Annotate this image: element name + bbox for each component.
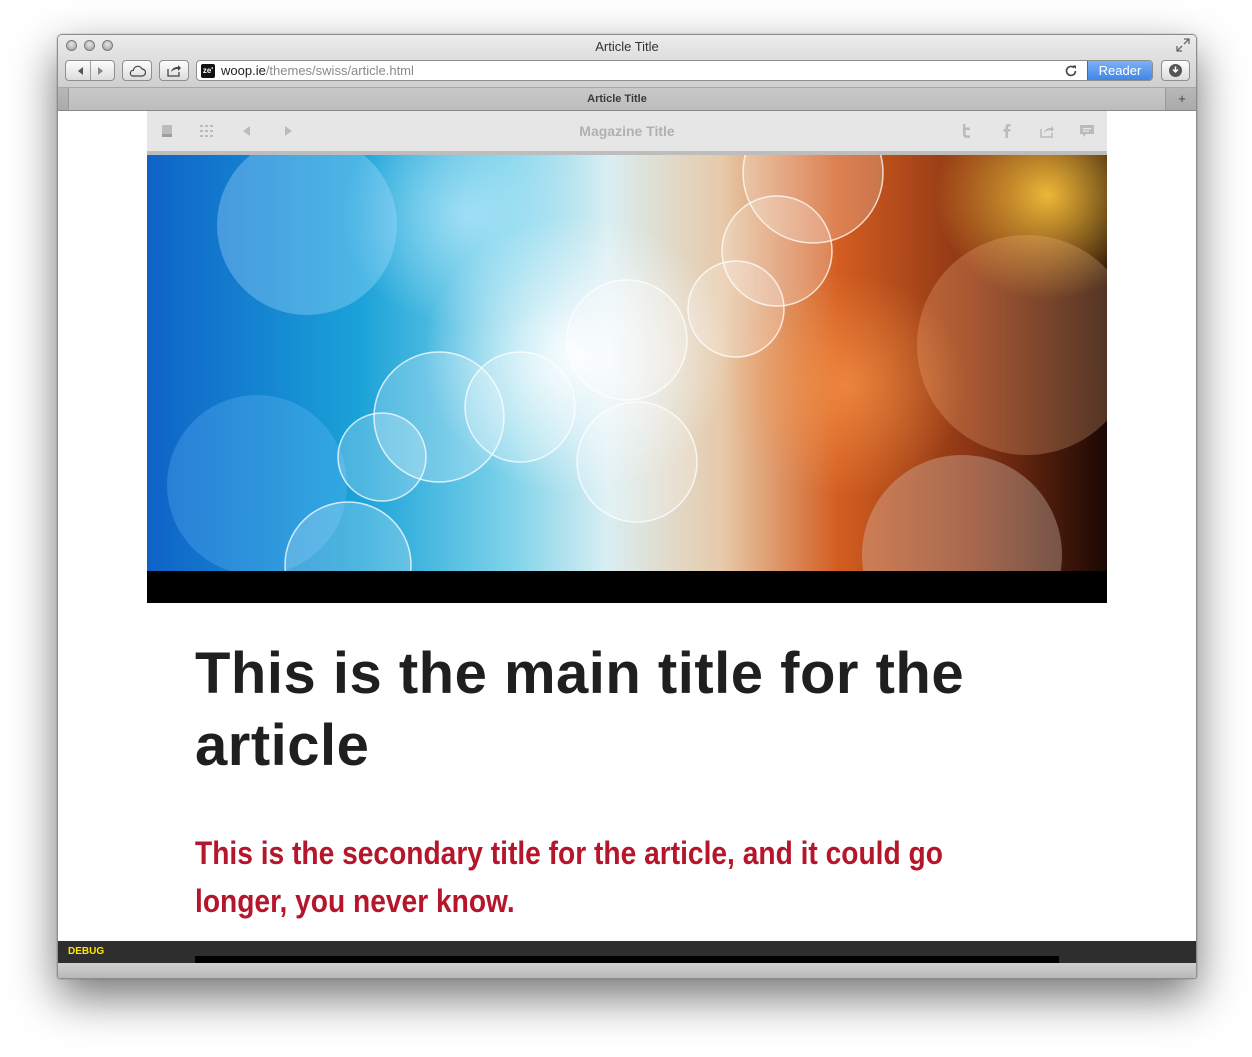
reader-button[interactable]: Reader <box>1087 61 1152 80</box>
share-icon <box>167 65 181 77</box>
cloud-icon <box>129 65 146 77</box>
icloud-tabs-button[interactable] <box>122 60 152 81</box>
magazine-toolbar: Magazine Title <box>147 111 1107 155</box>
back-arrow-icon[interactable] <box>76 66 86 76</box>
separator <box>89 61 91 80</box>
forward-arrow-icon[interactable] <box>95 66 105 76</box>
site-favicon: ze' <box>201 64 215 78</box>
share-icon[interactable] <box>1039 123 1055 139</box>
comment-icon[interactable] <box>1079 123 1095 139</box>
fullscreen-icon[interactable] <box>1176 38 1190 52</box>
debug-bar: DEBUG <box>58 941 1196 963</box>
address-bar[interactable]: ze' woop.ie/themes/swiss/article.html Re… <box>196 60 1153 81</box>
url-text[interactable]: woop.ie/themes/swiss/article.html <box>221 64 414 78</box>
article-main-title: This is the main title for the article <box>195 641 965 778</box>
new-tab-button[interactable]: + <box>1170 90 1194 108</box>
downloads-button[interactable] <box>1161 60 1190 81</box>
download-icon <box>1169 64 1182 77</box>
tab-article-title[interactable]: Article Title <box>68 88 1166 110</box>
article-secondary-title: This is the secondary title for the arti… <box>195 835 943 919</box>
facebook-icon[interactable] <box>999 123 1015 139</box>
debug-grid-bar <box>195 956 1059 963</box>
url-path: /themes/swiss/article.html <box>265 63 414 78</box>
web-page: Magazine Title This is the main title fo… <box>58 111 1196 941</box>
window-bottom-edge <box>58 963 1196 978</box>
url-host: woop.ie <box>221 63 266 78</box>
back-forward-buttons <box>65 60 115 81</box>
bokeh-lights-image <box>167 155 1107 571</box>
browser-window: Article Title ze' woop.ie/themes/swiss/a… <box>57 34 1197 979</box>
browser-toolbar: Article Title ze' woop.ie/themes/swiss/a… <box>58 35 1196 88</box>
hero-image <box>147 155 1107 571</box>
hero-caption-bar <box>147 571 1107 603</box>
debug-toggle[interactable]: DEBUG <box>68 946 104 957</box>
share-button[interactable] <box>159 60 189 81</box>
reload-icon[interactable] <box>1064 64 1078 78</box>
twitter-icon[interactable] <box>958 123 974 139</box>
tab-bar: Article Title + <box>58 88 1196 111</box>
window-title: Article Title <box>595 39 659 54</box>
